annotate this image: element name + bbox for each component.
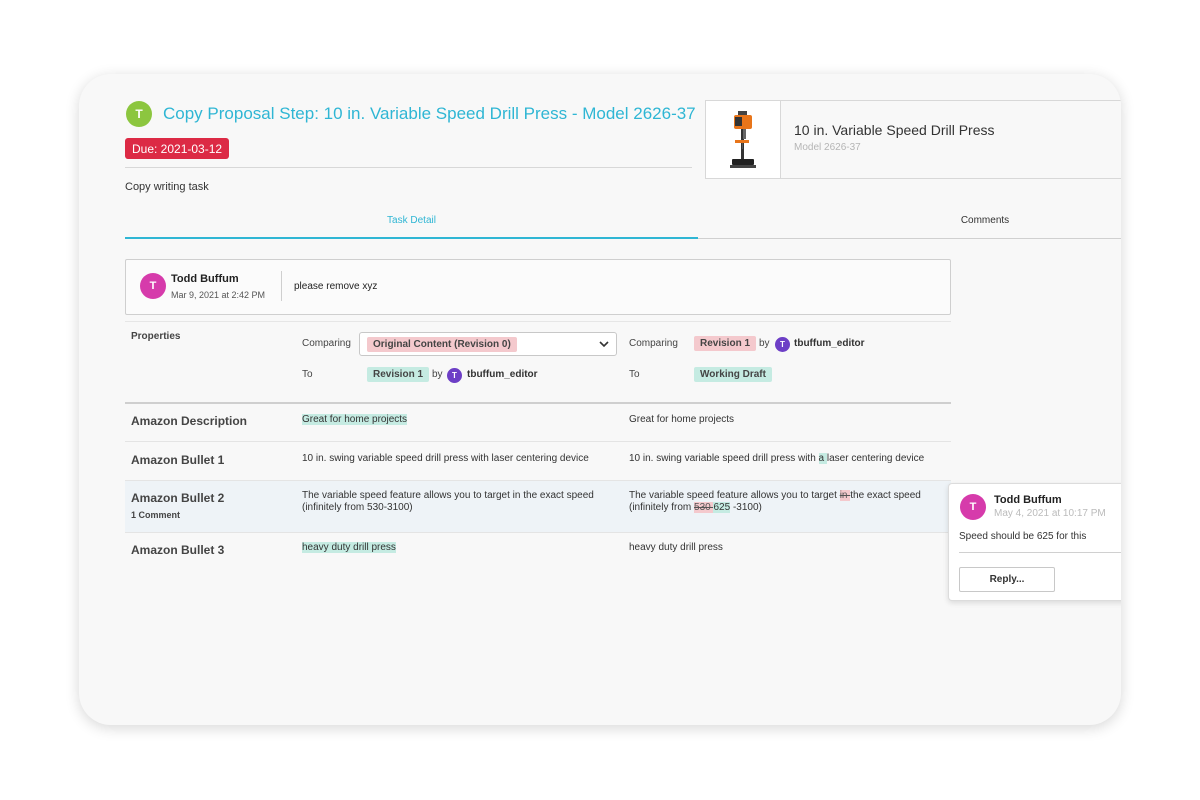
tab-comments[interactable]: Comments — [699, 215, 1121, 226]
original-value: 10 in. swing variable speed drill press … — [302, 453, 589, 464]
properties-label: Properties — [131, 331, 181, 342]
due-date-badge: Due: 2021-03-12 — [125, 138, 230, 159]
chevron-down-icon — [599, 341, 609, 348]
table-row: Amazon Bullet 3 heavy duty drill press h… — [125, 533, 951, 571]
comment-text: Speed should be 625 for this — [959, 531, 1087, 542]
selected-revision: Original Content (Revision 0) — [367, 337, 517, 352]
comparing-label: Comparing — [629, 338, 678, 349]
properties-divider — [125, 321, 951, 322]
original-value: Great for home projects — [302, 414, 408, 426]
avatar: T — [140, 273, 166, 299]
assignee-avatar[interactable]: T — [126, 101, 152, 127]
note-author: Todd Buffum — [171, 273, 239, 285]
task-card: T Copy Proposal Step: 10 in. Variable Sp… — [79, 74, 1121, 725]
target-revision-tag: Revision 1 — [367, 367, 430, 382]
revision-select[interactable]: Original Content (Revision 0) — [359, 332, 617, 356]
comment-popover: T Todd Buffum May 4, 2021 at 10:17 PM Sp… — [948, 483, 1121, 601]
task-title: Copy Proposal Step: 10 in. Variable Spee… — [163, 104, 696, 123]
working-draft-tag: Working Draft — [694, 367, 772, 382]
task-type-label: Copy writing task — [125, 181, 209, 193]
note-divider — [281, 271, 282, 301]
avatar: T — [775, 337, 790, 352]
comment-divider — [959, 552, 1121, 553]
row-label: Amazon Bullet 2 — [131, 491, 225, 505]
added-text: Great for home projects — [302, 414, 408, 425]
drill-press-icon — [730, 110, 756, 168]
note-timestamp: Mar 9, 2021 at 2:42 PM — [171, 290, 266, 300]
revised-value: heavy duty drill press — [629, 542, 723, 553]
avatar: T — [960, 494, 986, 520]
task-note: T Todd Buffum Mar 9, 2021 at 2:42 PM ple… — [125, 259, 951, 315]
original-value: heavy duty drill press — [302, 542, 396, 554]
row-label: Amazon Description — [131, 414, 248, 428]
revised-value: Great for home projects — [629, 414, 735, 425]
product-summary[interactable]: 10 in. Variable Speed Drill Press Model … — [705, 100, 1121, 179]
reply-button[interactable]: Reply... — [959, 567, 1055, 592]
added-text: heavy duty drill press — [302, 542, 396, 553]
row-label: Amazon Bullet 1 — [131, 453, 225, 467]
by-label: by — [759, 338, 770, 349]
removed-text: 530 — [694, 502, 714, 513]
original-value: The variable speed feature allows you to… — [302, 490, 594, 513]
editor-username[interactable]: tbuffum_editor — [467, 369, 538, 380]
product-name: 10 in. Variable Speed Drill Press — [794, 122, 995, 138]
added-text: a — [818, 453, 827, 464]
added-text: 625 — [713, 502, 731, 513]
revised-value: 10 in. swing variable speed drill press … — [629, 453, 925, 464]
comparing-label: Comparing — [302, 338, 351, 349]
to-label: To — [302, 369, 313, 380]
source-revision-tag: Revision 1 — [694, 336, 757, 351]
note-text: please remove xyz — [294, 281, 378, 292]
table-row: Amazon Description Great for home projec… — [125, 404, 951, 442]
comment-count[interactable]: 1 Comment — [131, 510, 180, 520]
table-row[interactable]: Amazon Bullet 2 1 Comment The variable s… — [125, 481, 951, 533]
avatar: T — [447, 368, 462, 383]
active-tab-indicator — [125, 237, 698, 239]
to-label: To — [629, 369, 640, 380]
by-label: by — [432, 369, 443, 380]
removed-text: in — [839, 490, 851, 501]
comment-author: Todd Buffum — [994, 494, 1062, 506]
product-image — [706, 101, 781, 178]
table-row: Amazon Bullet 1 10 in. swing variable sp… — [125, 442, 951, 481]
header-divider — [125, 167, 692, 168]
editor-username[interactable]: tbuffum_editor — [794, 338, 865, 349]
revised-value: The variable speed feature allows you to… — [629, 490, 921, 513]
comment-timestamp: May 4, 2021 at 10:17 PM — [994, 508, 1106, 519]
row-label: Amazon Bullet 3 — [131, 543, 225, 557]
tab-task-detail[interactable]: Task Detail — [125, 215, 698, 226]
product-model: Model 2626-37 — [794, 142, 861, 153]
